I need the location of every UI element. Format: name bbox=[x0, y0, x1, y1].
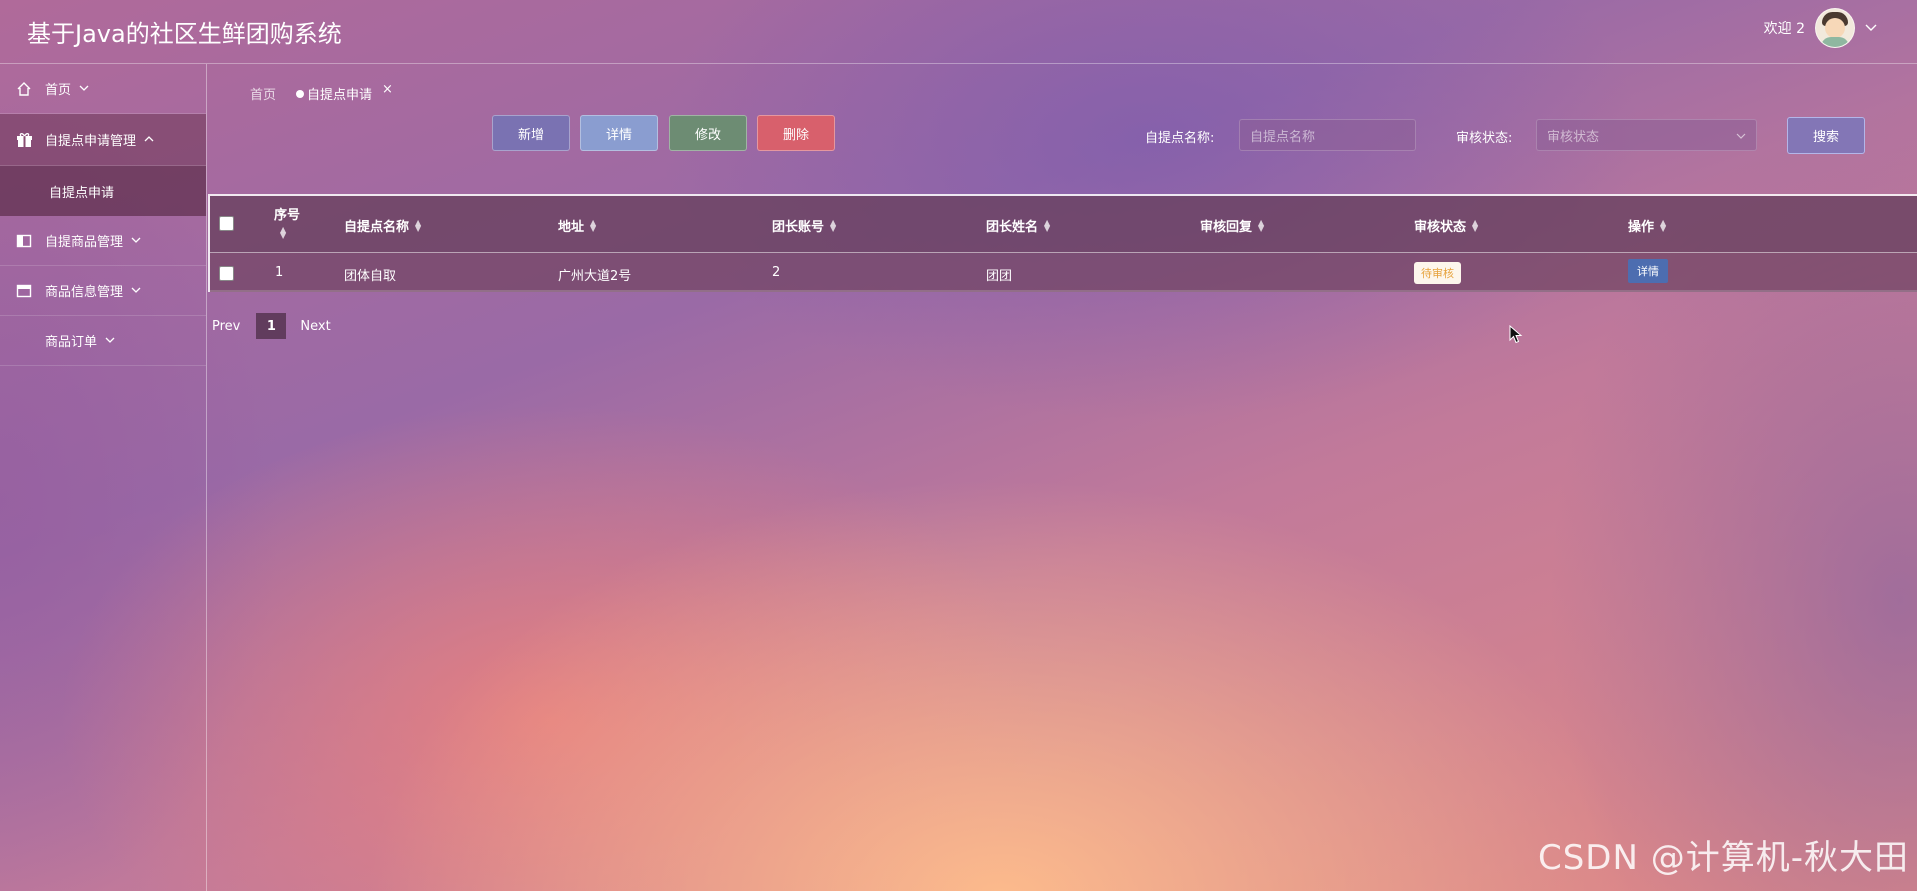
chevron-down-icon bbox=[79, 83, 89, 94]
sidebar-item-home[interactable]: 首页 bbox=[0, 64, 206, 114]
column-header-index[interactable]: 序号 ▲ ▼ bbox=[274, 204, 300, 240]
row-checkbox[interactable] bbox=[219, 266, 234, 281]
column-header-name[interactable]: 自提点名称 ▲ ▼ bbox=[344, 216, 421, 235]
chevron-down-icon bbox=[131, 235, 141, 246]
row-detail-button[interactable]: 详情 bbox=[1628, 259, 1668, 283]
sort-icon[interactable]: ▲ ▼ bbox=[1258, 218, 1264, 232]
status-label: 审核状态: bbox=[1456, 131, 1513, 146]
sort-icon[interactable]: ▲ ▼ bbox=[590, 218, 596, 232]
sidebar-item-label: 自提商品管理 bbox=[45, 235, 124, 250]
top-header: 基于Java的社区生鲜团购系统 欢迎 2 bbox=[0, 0, 1917, 64]
table-row[interactable]: 1 团体自取 广州大道2号 2 团团 待审核 详情 bbox=[210, 253, 1917, 292]
tab-current[interactable]: 自提点申请 × bbox=[296, 82, 393, 103]
breadcrumb: 首页 自提点申请 × bbox=[250, 82, 393, 103]
add-button[interactable]: 新增 bbox=[492, 115, 570, 151]
layout-icon bbox=[15, 232, 33, 250]
sort-icon[interactable]: ▲ ▼ bbox=[1044, 218, 1050, 232]
close-icon[interactable]: × bbox=[382, 82, 393, 97]
pagination: Prev 1 Next bbox=[212, 313, 331, 339]
breadcrumb-home[interactable]: 首页 bbox=[250, 84, 276, 103]
sidebar-item-goods-info-management[interactable]: 商品信息管理 bbox=[0, 266, 206, 316]
sidebar-item-label: 自提点申请 bbox=[49, 185, 115, 201]
cell-leader: 团团 bbox=[986, 269, 1013, 284]
prev-page-button[interactable]: Prev bbox=[212, 319, 240, 334]
detail-button[interactable]: 详情 bbox=[580, 115, 658, 151]
edit-button[interactable]: 修改 bbox=[669, 115, 747, 151]
cell-index: 1 bbox=[275, 265, 284, 280]
sidebar-item-label: 商品订单 bbox=[45, 335, 98, 350]
app-title: 基于Java的社区生鲜团购系统 bbox=[27, 20, 342, 48]
sidebar-item-pickup-apply-management[interactable]: 自提点申请管理 bbox=[0, 114, 206, 166]
cell-name: 团体自取 bbox=[344, 269, 397, 284]
sort-icon[interactable]: ▲ ▼ bbox=[1472, 218, 1478, 232]
avatar[interactable] bbox=[1815, 8, 1855, 48]
sidebar-item-label: 自提点申请管理 bbox=[45, 134, 137, 149]
watermark: CSDN @计算机-秋大田 bbox=[1537, 838, 1909, 878]
delete-button[interactable]: 删除 bbox=[757, 115, 835, 151]
status-badge: 待审核 bbox=[1414, 262, 1461, 284]
sort-icon[interactable]: ▲ ▼ bbox=[415, 218, 421, 232]
sort-icon[interactable]: ▲ ▼ bbox=[830, 218, 836, 232]
sidebar-subitem-pickup-apply[interactable]: 自提点申请 bbox=[0, 166, 206, 216]
mouse-cursor-icon bbox=[1509, 324, 1523, 349]
card-icon bbox=[15, 282, 33, 300]
pickup-name-placeholder: 自提点名称 bbox=[1250, 129, 1316, 145]
column-header-leader[interactable]: 团长姓名 ▲ ▼ bbox=[986, 216, 1050, 235]
chevron-down-icon[interactable] bbox=[1865, 22, 1877, 35]
sidebar-item-goods-orders[interactable]: 商品订单 bbox=[0, 316, 206, 366]
active-dot-icon bbox=[296, 89, 305, 98]
column-header-reply[interactable]: 审核回复 ▲ ▼ bbox=[1200, 216, 1264, 235]
sidebar: 首页 自提点申请管理 自提点申请 自提商品管理 商品信息管理 商品订单 bbox=[0, 64, 207, 891]
pickup-name-label: 自提点名称: bbox=[1145, 131, 1215, 146]
pickup-name-input[interactable]: 自提点名称 bbox=[1239, 119, 1416, 151]
column-header-status[interactable]: 审核状态 ▲ ▼ bbox=[1414, 216, 1478, 235]
next-page-button[interactable]: Next bbox=[300, 319, 330, 334]
gift-icon bbox=[15, 131, 33, 149]
sort-icon[interactable]: ▲ ▼ bbox=[1660, 218, 1666, 232]
column-header-address[interactable]: 地址 ▲ ▼ bbox=[558, 216, 596, 235]
select-all-checkbox[interactable] bbox=[219, 216, 234, 231]
sort-icon[interactable]: ▲ ▼ bbox=[280, 226, 286, 240]
data-table: 序号 ▲ ▼ 自提点名称 ▲ ▼ 地址 ▲ ▼ 团长账号 ▲ ▼ 团长姓名 ▲ ▼ 审核回复 ▲ ▼ … bbox=[208, 194, 1917, 292]
chevron-down-icon bbox=[105, 335, 115, 346]
tab-current-label: 自提点申请 bbox=[307, 88, 373, 103]
search-button[interactable]: 搜索 bbox=[1787, 117, 1865, 154]
column-header-account[interactable]: 团长账号 ▲ ▼ bbox=[772, 216, 836, 235]
chevron-up-icon bbox=[144, 134, 154, 145]
sidebar-item-pickup-goods-management[interactable]: 自提商品管理 bbox=[0, 216, 206, 266]
home-icon bbox=[15, 80, 33, 98]
user-menu[interactable]: 欢迎 2 bbox=[1764, 8, 1877, 48]
welcome-text: 欢迎 2 bbox=[1763, 21, 1805, 37]
sidebar-item-label: 商品信息管理 bbox=[45, 285, 124, 300]
column-header-action[interactable]: 操作 ▲ ▼ bbox=[1628, 216, 1666, 235]
chevron-down-icon bbox=[131, 285, 141, 296]
page-number-button[interactable]: 1 bbox=[256, 313, 287, 339]
chevron-down-icon bbox=[1736, 128, 1746, 143]
cell-account: 2 bbox=[772, 265, 781, 280]
sidebar-item-label: 首页 bbox=[45, 83, 72, 98]
table-header: 序号 ▲ ▼ 自提点名称 ▲ ▼ 地址 ▲ ▼ 团长账号 ▲ ▼ 团长姓名 ▲ ▼ 审核回复 ▲ ▼ … bbox=[210, 196, 1917, 253]
status-select[interactable]: 审核状态 bbox=[1536, 119, 1757, 151]
status-placeholder: 审核状态 bbox=[1547, 129, 1600, 145]
cell-address: 广州大道2号 bbox=[558, 269, 632, 284]
